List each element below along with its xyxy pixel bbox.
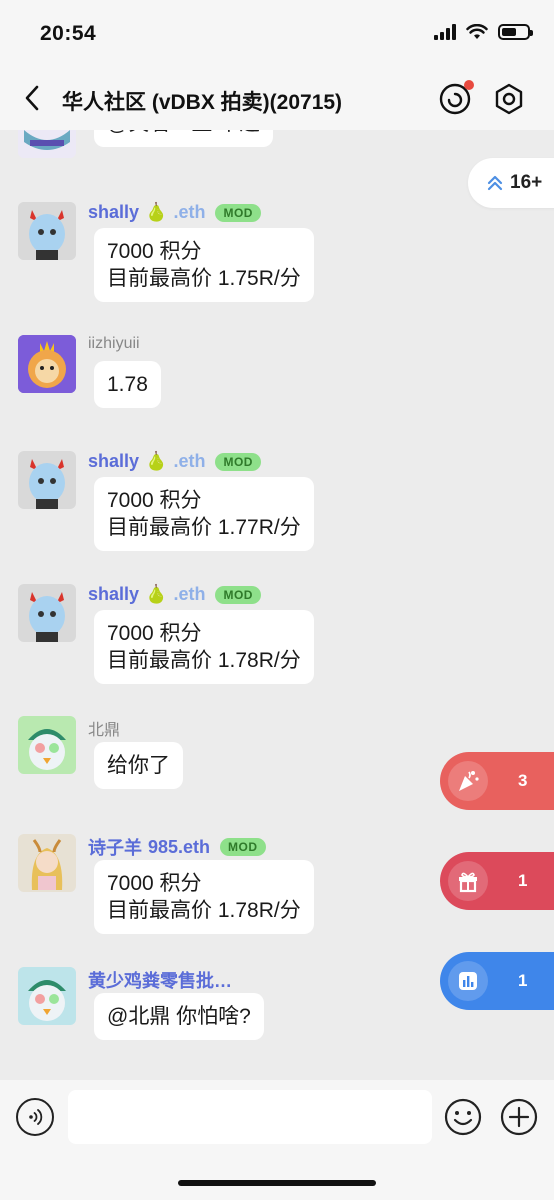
message-bubble: @笑看一生 牛逼 bbox=[94, 130, 274, 147]
mod-badge: MOD bbox=[215, 203, 261, 222]
sender-name[interactable]: 黄少鸡粪零售批… bbox=[88, 967, 232, 993]
sender-name[interactable]: 诗子羊 985.eth MOD bbox=[88, 834, 266, 860]
message-bubble: 7000 积分 目前最高价 1.78R/分 bbox=[94, 860, 314, 934]
poll-button[interactable]: 1 bbox=[440, 952, 554, 1010]
message-bubble: 7000 积分 目前最高价 1.75R/分 bbox=[94, 228, 314, 302]
avatar[interactable] bbox=[18, 716, 76, 774]
message-bubble: 7000 积分 目前最高价 1.78R/分 bbox=[94, 610, 314, 684]
chat-header: 华人社区 (vDBX 拍卖)(20715) bbox=[0, 70, 554, 130]
group-title: 华人社区 (vDBX 拍卖)(20715) bbox=[62, 91, 343, 114]
avatar[interactable] bbox=[18, 834, 76, 892]
avatar[interactable] bbox=[18, 584, 76, 642]
message-bubble: 7000 积分 目前最高价 1.77R/分 bbox=[94, 477, 314, 551]
settings-button[interactable] bbox=[492, 82, 526, 116]
more-options-button[interactable] bbox=[500, 1098, 538, 1136]
party-reaction-button[interactable]: 3 bbox=[440, 752, 554, 810]
chat-message-list[interactable]: @笑看一生 牛逼 shally🍐.ethMOD 7000 积分 目前最高价 1.… bbox=[0, 130, 554, 1080]
back-button[interactable] bbox=[16, 82, 48, 114]
unread-count: 16+ bbox=[510, 172, 543, 193]
emoji-button[interactable] bbox=[444, 1098, 482, 1136]
avatar[interactable] bbox=[18, 335, 76, 393]
sender-name[interactable]: shally 🍐 .eth MOD bbox=[88, 202, 261, 223]
avatar[interactable] bbox=[18, 130, 76, 158]
double-chevron-up-icon bbox=[487, 175, 503, 191]
chevron-left-icon bbox=[25, 85, 39, 111]
gift-button[interactable]: 1 bbox=[440, 852, 554, 910]
status-icons bbox=[434, 24, 533, 40]
sender-name[interactable]: 北鼎 bbox=[88, 716, 120, 740]
poll-count: 1 bbox=[518, 971, 528, 990]
mod-badge: MOD bbox=[215, 585, 261, 604]
unread-mentions-button[interactable]: 16+ bbox=[468, 158, 554, 208]
message-input[interactable] bbox=[68, 1090, 432, 1144]
status-time: 20:54 bbox=[40, 22, 97, 45]
mod-badge: MOD bbox=[215, 452, 261, 471]
avatar[interactable] bbox=[18, 451, 76, 509]
wifi-icon bbox=[466, 24, 488, 39]
message-bubble: 1.78 bbox=[94, 361, 161, 408]
voice-wave-icon bbox=[29, 1109, 43, 1125]
avatar[interactable] bbox=[18, 202, 76, 260]
message-bubble: 给你了 bbox=[94, 742, 183, 789]
cellular-signal-icon bbox=[434, 24, 456, 40]
notification-dot bbox=[464, 80, 474, 90]
home-indicator bbox=[178, 1180, 376, 1186]
sender-name[interactable]: shally 🍐 .eth MOD bbox=[88, 451, 261, 472]
gift-count: 1 bbox=[518, 871, 528, 890]
smiley-icon bbox=[444, 1098, 482, 1136]
sender-name[interactable]: shally 🍐 .eth MOD bbox=[88, 584, 261, 605]
voice-button[interactable] bbox=[16, 1098, 54, 1136]
chart-icon bbox=[448, 961, 488, 1001]
status-bar: 20:54 bbox=[0, 0, 554, 70]
avatar[interactable] bbox=[18, 967, 76, 1025]
mod-badge: MOD bbox=[220, 838, 266, 856]
plus-circle-icon bbox=[500, 1098, 538, 1136]
reaction-count: 3 bbox=[518, 771, 528, 790]
hexagon-settings-icon bbox=[495, 83, 523, 115]
battery-icon bbox=[498, 24, 533, 40]
sender-name[interactable]: iizhiyuii bbox=[88, 335, 140, 353]
message-bubble: @北鼎 你怕啥? bbox=[94, 993, 264, 1040]
party-popper-icon bbox=[448, 761, 488, 801]
gift-icon bbox=[448, 861, 488, 901]
